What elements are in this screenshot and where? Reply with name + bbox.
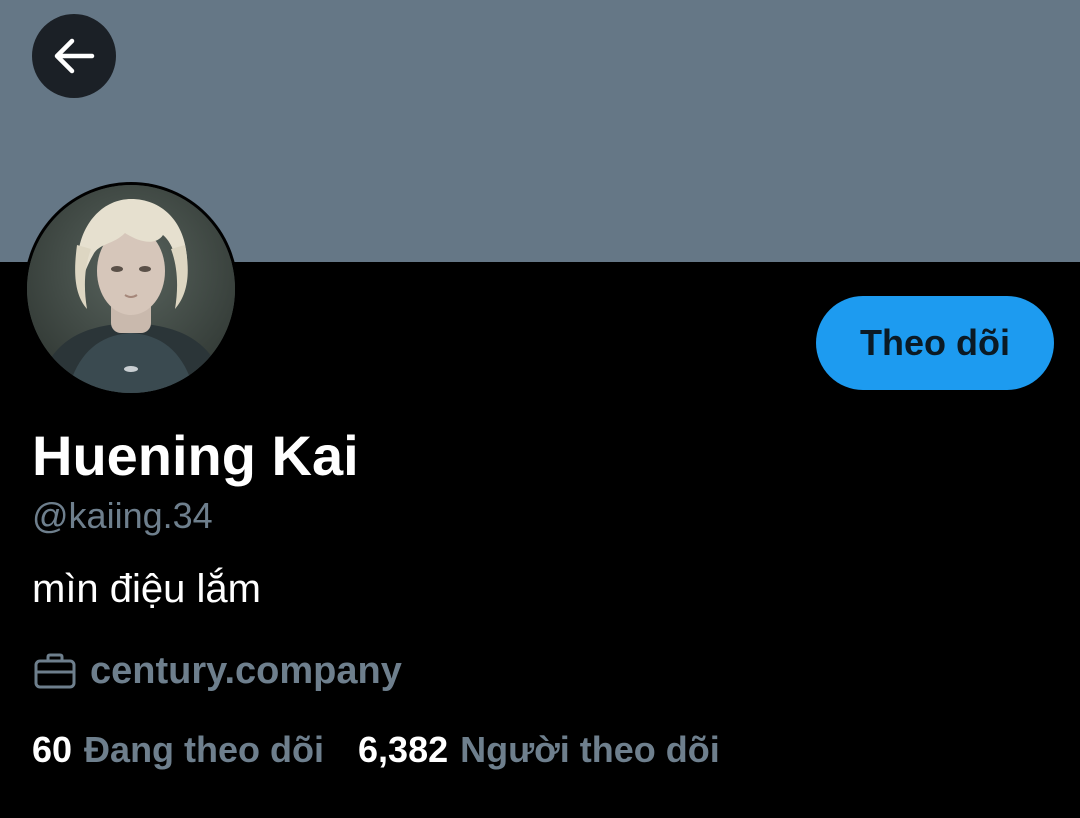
website-row: century.company bbox=[32, 646, 402, 696]
following-count: 60 bbox=[32, 729, 73, 770]
profile-handle: @kaiing.34 bbox=[32, 495, 213, 536]
follow-button[interactable]: Theo dõi bbox=[816, 296, 1054, 390]
following-stat[interactable]: 60 Đang theo dõi bbox=[32, 729, 324, 771]
profile-name: Huening Kai bbox=[32, 424, 359, 487]
avatar[interactable] bbox=[24, 182, 238, 396]
briefcase-icon bbox=[32, 651, 78, 691]
stats-row: 60 Đang theo dõi 6,382 Người theo dõi bbox=[32, 726, 720, 774]
following-label: Đang theo dõi bbox=[84, 729, 325, 770]
profile-screen: Theo dõi Huening Kai @kaiing.34 mìn điệu… bbox=[0, 0, 1080, 818]
avatar-image bbox=[27, 185, 235, 393]
profile-bio: mìn điệu lắm bbox=[32, 567, 261, 611]
back-button[interactable] bbox=[32, 14, 116, 98]
followers-count: 6,382 bbox=[358, 729, 449, 770]
back-arrow-icon bbox=[54, 38, 95, 74]
followers-label: Người theo dõi bbox=[460, 729, 720, 770]
followers-stat[interactable]: 6,382 Người theo dõi bbox=[358, 729, 720, 771]
website-link[interactable]: century.company bbox=[90, 650, 402, 693]
